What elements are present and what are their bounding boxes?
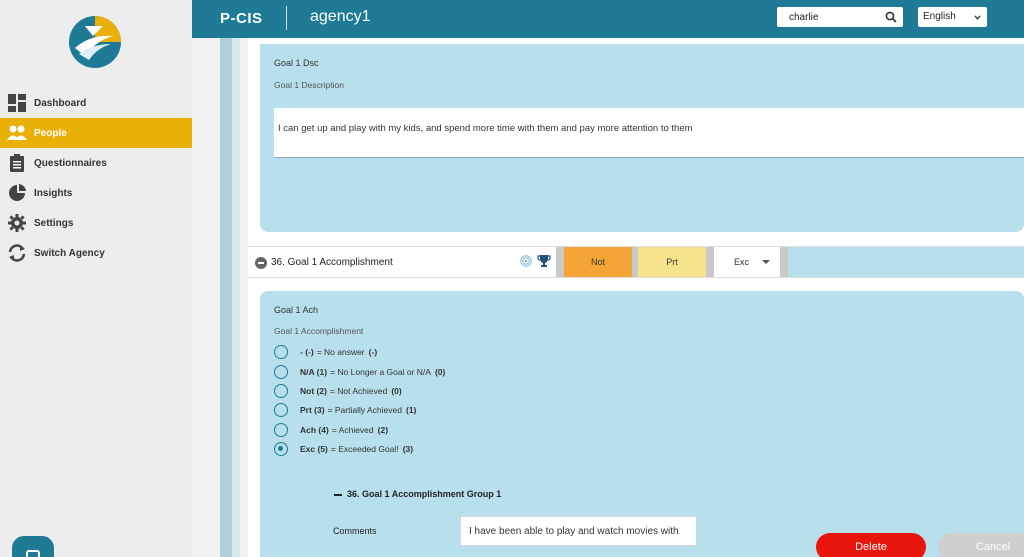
search-box[interactable] [777,7,903,28]
question-title: 36. Goal 1 Accomplishment [271,257,393,268]
goal-accomplishment-card: Goal 1 Ach Goal 1 Accomplishment - (-) =… [260,291,1024,557]
nav-item-insights[interactable]: Insights [0,178,192,208]
row-separator [556,247,564,277]
comments-field[interactable]: I have been able to play and watch movie… [460,516,697,546]
option-row[interactable]: Ach (4) = Achieved (2) [274,422,388,438]
radio-button[interactable] [274,345,288,359]
answer-select-value: Exc [734,257,750,267]
agency-name: agency1 [310,8,371,25]
option-score: (-) [368,347,378,357]
radio-button-checked[interactable] [274,442,288,456]
answer-chip-not[interactable]: Not [564,247,632,277]
nav-label-insights: Insights [34,187,73,199]
header-divider [286,6,287,30]
chat-launcher-button[interactable] [12,536,54,557]
goal-ach-subtitle: Goal 1 Accomplishment [274,326,364,336]
comments-label: Comments [333,526,377,536]
option-code: Ach (4) [300,425,329,435]
option-text: = Partially Achieved [327,405,402,415]
group-title: 36. Goal 1 Accomplishment Group 1 [347,489,502,499]
goal-description-card: Goal 1 Dsc Goal 1 Description I can get … [260,44,1024,232]
goal-desc-title: Goal 1 Dsc [274,58,319,68]
nav-item-settings[interactable]: Settings [0,208,192,238]
gear-icon [7,213,27,233]
row-separator [780,247,788,277]
comments-text: I have been able to play and watch movie… [469,526,679,537]
goal-desc-subtitle: Goal 1 Description [274,80,344,90]
answer-select[interactable]: Exc [714,247,780,277]
radio-button[interactable] [274,365,288,379]
trophy-icon[interactable] [537,254,551,268]
sync-icon [7,243,27,263]
row-separator [706,247,714,277]
target-icon[interactable] [520,255,532,267]
option-text: = Achieved [331,425,374,435]
pie-chart-icon [7,183,27,203]
scroll-rail-inner [232,38,240,557]
option-code: Prt (3) [300,405,325,415]
option-code: Not (2) [300,386,327,396]
collapse-dash-icon [334,493,342,496]
pcis-logo [69,16,121,68]
search-input[interactable] [777,7,877,28]
chat-icon [26,550,40,557]
nav-label-dashboard: Dashboard [34,97,87,109]
nav-label-switch-agency: Switch Agency [34,247,105,259]
option-text: = Exceeded Goal! [330,444,399,454]
delete-button[interactable]: Delete [816,533,926,557]
option-row[interactable]: - (-) = No answer (-) [274,344,377,360]
nav-label-people: People [34,127,67,139]
answer-chip-prt[interactable]: Prt [638,247,706,277]
nav-label-settings: Settings [34,217,74,229]
goal-ach-title: Goal 1 Ach [274,305,319,315]
questionnaire-panel: Goal 1 Dsc Goal 1 Description I can get … [248,38,1024,557]
top-header: P-CIS agency1 English [192,0,1024,38]
option-score: (2) [377,425,389,435]
option-score: (3) [402,444,414,454]
language-value: English [923,11,956,22]
radio-button[interactable] [274,403,288,417]
chevron-down-icon [974,15,981,20]
cancel-button[interactable]: Cancel [938,533,1024,557]
row-filler [788,247,1024,277]
group-header[interactable]: 36. Goal 1 Accomplishment Group 1 [334,489,501,499]
language-select[interactable]: English [918,7,987,27]
nav-label-questionnaires: Questionnaires [34,157,107,169]
goal-desc-answer-field[interactable]: I can get up and play with my kids, and … [274,108,1024,158]
question-row: 36. Goal 1 Accomplishment Not Prt Exc [248,246,1024,278]
sidebar: Dashboard People Questionnaires Insights… [0,0,192,557]
option-text: = No Longer a Goal or N/A [330,367,431,377]
main-content: Goal 1 Dsc Goal 1 Description I can get … [192,38,1024,557]
option-code: Exc (5) [300,444,328,454]
search-icon[interactable] [885,11,897,23]
caret-down-icon [762,260,770,264]
radio-button[interactable] [274,423,288,437]
main-nav: Dashboard People Questionnaires Insights… [0,88,192,268]
nav-item-dashboard[interactable]: Dashboard [0,88,192,118]
option-row-selected[interactable]: Exc (5) = Exceeded Goal! (3) [274,441,413,457]
collapse-icon[interactable] [255,257,267,269]
goal-desc-answer-text: I can get up and play with my kids, and … [278,123,693,134]
option-code: - (-) [300,347,314,357]
option-code: N/A (1) [300,367,328,377]
clipboard-icon [7,153,27,173]
option-text: = No answer [316,347,365,357]
option-text: = Not Achieved [329,386,388,396]
option-score: (0) [434,367,446,377]
nav-item-people[interactable]: People [0,118,192,148]
dashboard-icon [7,93,27,113]
brand-title: P-CIS [220,10,263,27]
people-icon [7,123,27,143]
option-row[interactable]: Prt (3) = Partially Achieved (1) [274,402,416,418]
nav-item-questionnaires[interactable]: Questionnaires [0,148,192,178]
option-score: (1) [405,405,417,415]
nav-item-switch-agency[interactable]: Switch Agency [0,238,192,268]
option-row[interactable]: N/A (1) = No Longer a Goal or N/A (0) [274,364,445,380]
radio-button[interactable] [274,384,288,398]
option-score: (0) [391,386,402,396]
option-row[interactable]: Not (2) = Not Achieved (0) [274,383,402,399]
